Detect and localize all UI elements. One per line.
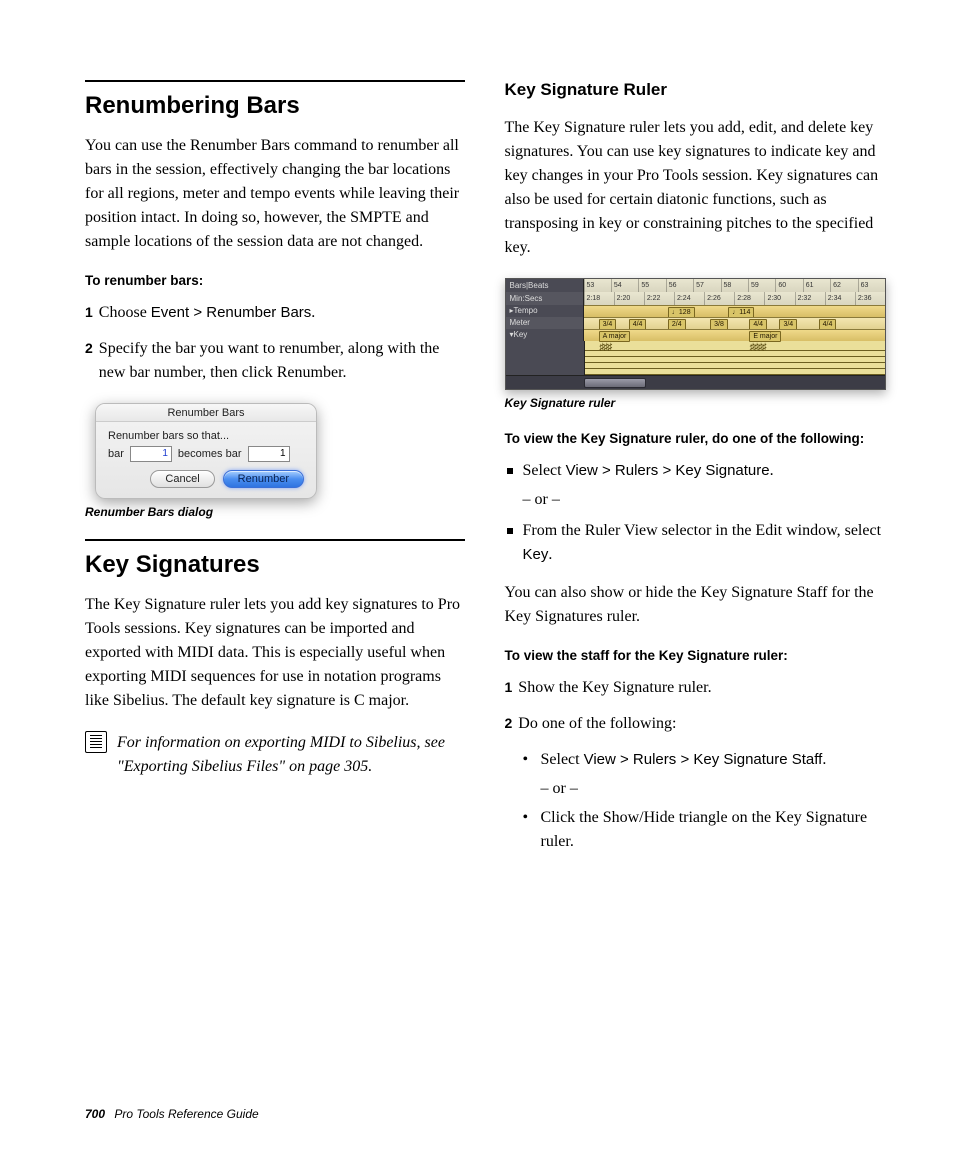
paragraph-show-hide: You can also show or hide the Key Signat…: [505, 581, 885, 629]
sub-bullet: Click the Show/Hide triangle on the Key …: [505, 806, 885, 854]
page: Renumbering Bars You can use the Renumbe…: [0, 0, 954, 1159]
tempo-strip: ♩128♩114: [584, 305, 886, 317]
step-number: 2: [505, 712, 513, 736]
sub-bullet: Select View > Rulers > Key Signature Sta…: [505, 748, 885, 772]
procedure-title-view-ruler: To view the Key Signature ruler, do one …: [505, 430, 885, 449]
dialog-row: bar 1 becomes bar 1: [108, 446, 304, 462]
label-becomes: becomes bar: [178, 448, 242, 460]
paragraph-keysig-intro: The Key Signature ruler lets you add key…: [85, 593, 465, 713]
label-bar: bar: [108, 448, 124, 460]
ruler-label-key-text: Key: [514, 331, 528, 339]
renumber-button[interactable]: Renumber: [223, 470, 304, 488]
step-a: 1 Show the Key Signature ruler.: [505, 676, 885, 700]
staff-label-blank: [506, 341, 585, 375]
heading-renumbering-bars: Renumbering Bars: [85, 80, 465, 120]
ruler-scrollbar[interactable]: [506, 375, 886, 389]
paragraph-ruler-intro: The Key Signature ruler lets you add, ed…: [505, 116, 885, 260]
key-strip: A majorE major: [584, 329, 886, 341]
step-1-text: Choose Event > Renumber Bars.: [99, 301, 465, 325]
ruler-minsec-cells: 2:182:202:222:242:262:282:302:322:342:36: [584, 292, 886, 305]
ruler-row-tempo: ▸ Tempo ♩128♩114: [506, 305, 886, 317]
heading-key-signature-ruler: Key Signature Ruler: [505, 80, 885, 100]
ruler-label-key: ▾ Key: [506, 329, 584, 341]
staff-area: ♯♯♯♯♯♯♯: [506, 341, 886, 375]
staff-lines: ♯♯♯♯♯♯♯: [585, 341, 886, 375]
step-2: 2 Specify the bar you want to renumber, …: [85, 337, 465, 385]
input-bar-to[interactable]: 1: [248, 446, 290, 462]
ruler-label-tempo-text: Tempo: [514, 307, 538, 315]
two-column-layout: Renumbering Bars You can use the Renumbe…: [85, 80, 884, 862]
input-bar-from[interactable]: 1: [130, 446, 172, 462]
right-column: Key Signature Ruler The Key Signature ru…: [505, 80, 885, 862]
ruler-bar-cells: 5354555657585960616263: [584, 279, 886, 292]
step-b-text: Do one of the following:: [518, 712, 884, 736]
note-icon: [85, 731, 107, 753]
dialog-subtitle: Renumber bars so that...: [108, 430, 304, 442]
sub-bullet-list: Select View > Rulers > Key Signature Sta…: [505, 748, 885, 854]
figure-renumber-dialog: Renumber Bars Renumber bars so that... b…: [95, 403, 317, 499]
step-a-text: Show the Key Signature ruler.: [518, 676, 884, 700]
ruler-row-key: ▾ Key A majorE major: [506, 329, 886, 341]
paragraph-renumber-intro: You can use the Renumber Bars command to…: [85, 134, 465, 254]
figure-key-signature-ruler: Bars|Beats 5354555657585960616263 Min:Se…: [505, 278, 887, 390]
or-separator: – or –: [541, 780, 885, 798]
footer-title: Pro Tools Reference Guide: [114, 1107, 258, 1121]
procedure-title-renumber: To renumber bars:: [85, 272, 465, 291]
bullet-list-1: Select View > Rulers > Key Signature. – …: [505, 459, 885, 567]
bullet-item: Select View > Rulers > Key Signature.: [505, 459, 885, 483]
bullet-item: From the Ruler View selector in the Edit…: [505, 519, 885, 567]
step-1: 1 Choose Event > Renumber Bars.: [85, 301, 465, 325]
note-callout: For information on exporting MIDI to Sib…: [85, 731, 465, 779]
left-column: Renumbering Bars You can use the Renumbe…: [85, 80, 465, 862]
ruler-label-bars: Bars|Beats: [506, 279, 584, 292]
step-b: 2 Do one of the following:: [505, 712, 885, 736]
dialog-body: Renumber bars so that... bar 1 becomes b…: [96, 422, 316, 498]
heading-key-signatures: Key Signatures: [85, 539, 465, 579]
meter-strip: 3/44/42/43/84/43/44/4: [584, 317, 886, 329]
dialog-title: Renumber Bars: [96, 404, 316, 422]
or-separator: – or –: [523, 491, 885, 509]
ruler-row-minsec: Min:Secs 2:182:202:222:242:262:282:302:3…: [506, 292, 886, 305]
procedure-title-view-staff: To view the staff for the Key Signature …: [505, 647, 885, 666]
step-number: 1: [85, 301, 93, 325]
caption-renumber-dialog: Renumber Bars dialog: [85, 505, 465, 519]
scroll-thumb[interactable]: [584, 378, 646, 388]
cancel-button[interactable]: Cancel: [150, 470, 214, 488]
step-2-text: Specify the bar you want to renumber, al…: [99, 337, 465, 385]
ruler-row-bars: Bars|Beats 5354555657585960616263: [506, 279, 886, 292]
ruler-label-tempo: ▸ Tempo: [506, 305, 584, 317]
page-number: 700: [85, 1107, 105, 1121]
step-number: 1: [505, 676, 513, 700]
dialog-button-row: Cancel Renumber: [108, 470, 304, 488]
ruler-label-minsec: Min:Secs: [506, 292, 584, 305]
caption-ruler: Key Signature ruler: [505, 396, 885, 410]
step-number: 2: [85, 337, 93, 361]
ruler-label-meter: Meter: [506, 317, 584, 329]
page-footer: 700 Pro Tools Reference Guide: [85, 1107, 259, 1121]
ruler-row-meter: Meter 3/44/42/43/84/43/44/4: [506, 317, 886, 329]
note-text: For information on exporting MIDI to Sib…: [117, 731, 465, 779]
